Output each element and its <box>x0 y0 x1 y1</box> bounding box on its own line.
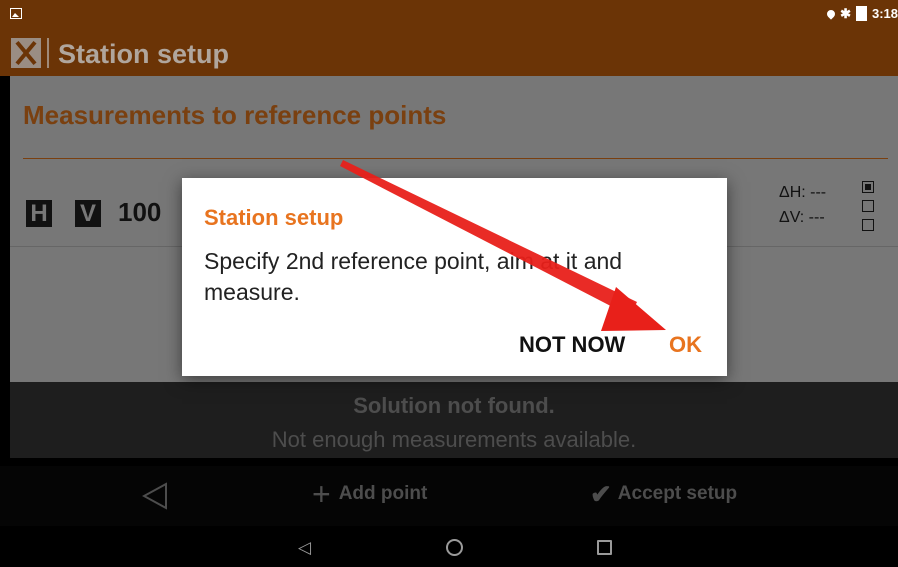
status-bar: ✱ 3:18 <box>0 0 898 30</box>
solution-subtitle: Not enough measurements available. <box>271 427 637 452</box>
nav-recents-icon[interactable] <box>597 540 612 555</box>
station-setup-dialog: Station setup Specify 2nd reference poin… <box>182 178 727 376</box>
horizontal-badge: H <box>26 200 52 227</box>
accept-setup-label: Accept setup <box>617 483 738 504</box>
action-bar: + Add point ✔ Accept setup <box>0 466 898 526</box>
nav-back-icon[interactable]: ◁ <box>298 538 311 558</box>
app-bar: Station setup <box>0 30 898 76</box>
checkbox-2[interactable] <box>862 200 874 212</box>
nav-home-icon[interactable] <box>446 539 463 556</box>
dialog-title: Station setup <box>204 205 344 230</box>
vertical-badge: V <box>75 200 101 227</box>
bluetooth-icon: ✱ <box>840 6 851 21</box>
delta-h-value: ΔH: --- <box>779 184 827 201</box>
point-value[interactable]: 100 <box>118 197 161 228</box>
checkbox-1[interactable] <box>862 181 874 193</box>
accept-setup-button[interactable]: ✔ Accept setup <box>590 479 738 509</box>
app-bar-divider <box>47 38 49 68</box>
add-point-label: Add point <box>338 483 428 504</box>
delta-v-value: ΔV: --- <box>779 209 825 226</box>
status-indicators: ✱ 3:18 <box>825 6 898 21</box>
solution-panel: Solution not found. Not enough measureme… <box>10 382 898 458</box>
section-divider <box>23 158 888 159</box>
solution-title: Solution not found. <box>353 393 555 418</box>
battery-icon <box>855 6 867 21</box>
app-title: Station setup <box>58 39 230 69</box>
app-logo-icon[interactable] <box>11 38 41 68</box>
checkbox-3[interactable] <box>862 219 874 231</box>
image-notification-icon <box>10 8 22 19</box>
ok-button[interactable]: OK <box>669 332 702 358</box>
clock: 3:18 <box>871 6 898 21</box>
back-arrow-icon[interactable] <box>142 482 168 510</box>
not-now-button[interactable]: NOT NOW <box>519 332 625 358</box>
system-nav-bar: ◁ <box>0 526 898 567</box>
section-title: Measurements to reference points <box>23 100 447 130</box>
add-point-button[interactable]: + Add point <box>312 476 428 512</box>
location-icon <box>825 7 837 20</box>
check-icon: ✔ <box>590 479 612 509</box>
plus-icon: + <box>312 476 331 512</box>
dialog-message: Specify 2nd reference point, aim at it a… <box>204 248 623 305</box>
